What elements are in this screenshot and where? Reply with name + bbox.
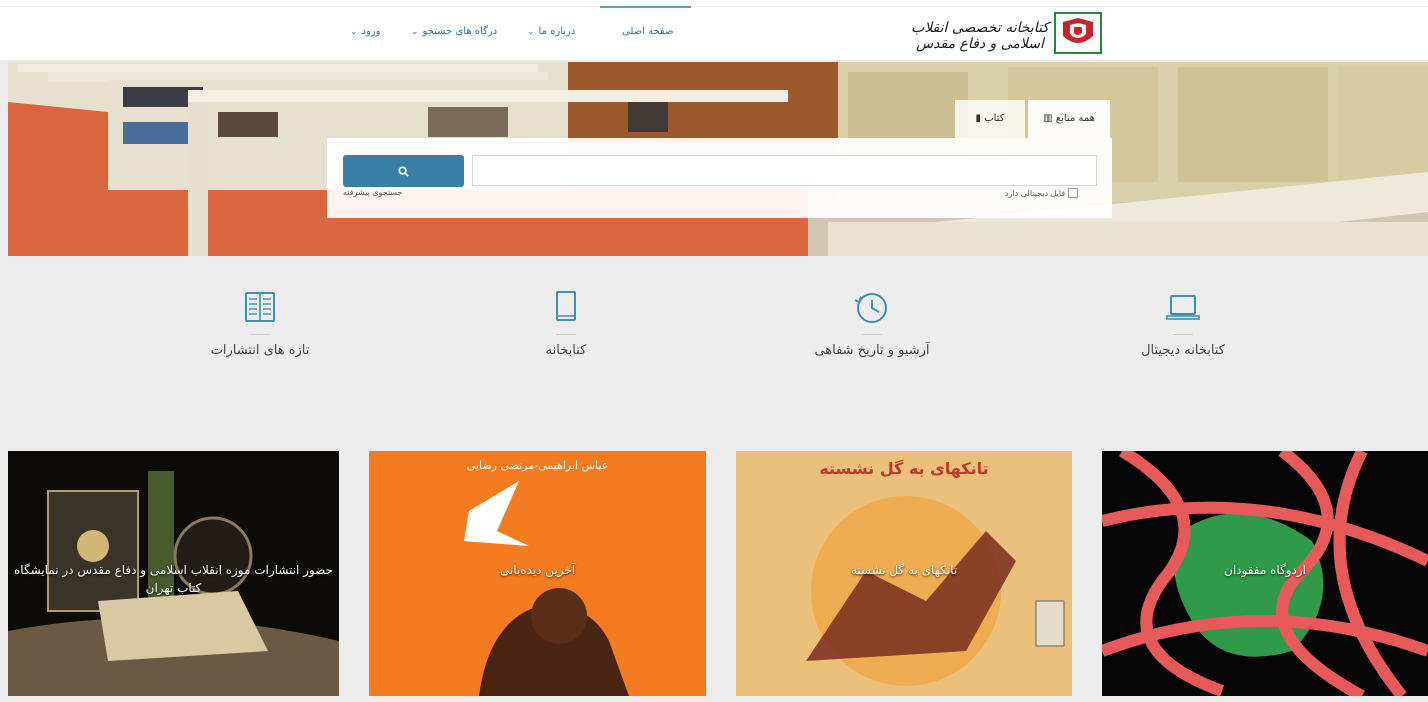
- digital-file-checkbox[interactable]: [1068, 188, 1079, 198]
- nav-item-search-portals[interactable]: ⌄ درگاه های جستجو: [411, 26, 497, 37]
- library-icon: ▥: [1043, 113, 1053, 124]
- card-stranded-tanks[interactable]: تانکهای به گل نشسته تانکهای به گل نشسته: [736, 451, 1072, 696]
- feature-separator: [556, 334, 576, 335]
- feature-archive-oral-history[interactable]: آرشیو و تاریخ شفاهی: [782, 290, 962, 358]
- card-cover-text: عباس ابراهیمی-مرتضی رضایی: [466, 459, 609, 472]
- top-navbar: کتابخانه تخصصی انقلاب اسلامی و دفاع مقدس…: [0, 0, 1428, 60]
- nav-active-indicator: [600, 6, 691, 8]
- logo-text: کتابخانه تخصصی انقلاب اسلامی و دفاع مقدس: [911, 20, 1049, 52]
- card-missing-camp[interactable]: اردوگاه مفقودان: [1102, 451, 1428, 696]
- open-book-icon: [245, 292, 275, 322]
- feature-separator: [1173, 334, 1193, 335]
- logo-emblem-icon: [1054, 12, 1102, 54]
- nav-item-login[interactable]: ⌄ ورود: [350, 26, 381, 37]
- feature-label: کتابخانه دیجیتال: [1141, 343, 1225, 358]
- nav-item-home[interactable]: صفحه اصلی: [622, 26, 673, 37]
- feature-digital-library[interactable]: کتابخانه دیجیتال: [1093, 290, 1273, 358]
- laptop-icon: [1166, 295, 1200, 320]
- feature-library[interactable]: کتابخانه: [476, 290, 656, 358]
- feature-label: تازه های انتشارات: [210, 343, 310, 358]
- chevron-down-icon: ⌄: [411, 27, 419, 37]
- card-title: آخرین دیده‌بانی: [499, 563, 576, 577]
- feature-separator: [250, 334, 270, 335]
- history-clock-icon: [854, 293, 887, 323]
- card-book-fair-news[interactable]: حضور انتشارات موزه انقلاب اسلامی و دفاع …: [8, 451, 339, 696]
- feature-label: کتابخانه: [545, 343, 587, 358]
- chevron-down-icon: ⌄: [527, 27, 535, 37]
- tab-label: کتاب: [984, 113, 1005, 124]
- search-input[interactable]: [472, 155, 1097, 186]
- card-title: تانکهای به گل نشسته: [850, 563, 958, 577]
- feature-new-publications[interactable]: تازه های انتشارات: [170, 290, 350, 358]
- feature-label: آرشیو و تاریخ شفاهی: [814, 343, 930, 358]
- nav-item-label: صفحه اصلی: [622, 26, 674, 37]
- nav-item-label: درگاه های جستجو: [422, 26, 498, 37]
- feature-separator: [862, 334, 882, 335]
- search-icon: [398, 166, 409, 177]
- card-last-watch[interactable]: عباس ابراهیمی-مرتضی رضایی آخرین دیده‌بان…: [369, 451, 706, 696]
- digital-file-filter[interactable]: فایل دیجیتالی دارد: [1005, 188, 1079, 198]
- nav-item-about[interactable]: ⌄ درباره ما: [527, 26, 575, 37]
- tab-label: همه منابع: [1055, 113, 1095, 124]
- card-title: اردوگاه مفقودان: [1224, 563, 1306, 577]
- search-button[interactable]: [343, 155, 464, 187]
- digital-checkbox-label: فایل دیجیتالی دارد: [1005, 188, 1066, 198]
- nav-item-label: ورود: [361, 26, 381, 37]
- book-icon: ▮: [975, 113, 982, 124]
- card-cover-text: تانکهای به گل نشسته: [819, 459, 989, 478]
- advanced-search-link[interactable]: جستجوی پیشرفته: [343, 188, 402, 197]
- top-border: [0, 6, 1428, 7]
- card-title: حضور انتشارات موزه انقلاب اسلامی و دفاع …: [14, 563, 333, 595]
- tab-books[interactable]: ▮ کتاب: [955, 100, 1025, 138]
- nav-item-label: درباره ما: [538, 26, 576, 37]
- tab-all-resources[interactable]: ▥ همه منابع: [1028, 100, 1110, 138]
- site-logo[interactable]: کتابخانه تخصصی انقلاب اسلامی و دفاع مقدس: [905, 12, 1105, 58]
- book-icon: [556, 291, 576, 321]
- chevron-down-icon: ⌄: [350, 27, 358, 37]
